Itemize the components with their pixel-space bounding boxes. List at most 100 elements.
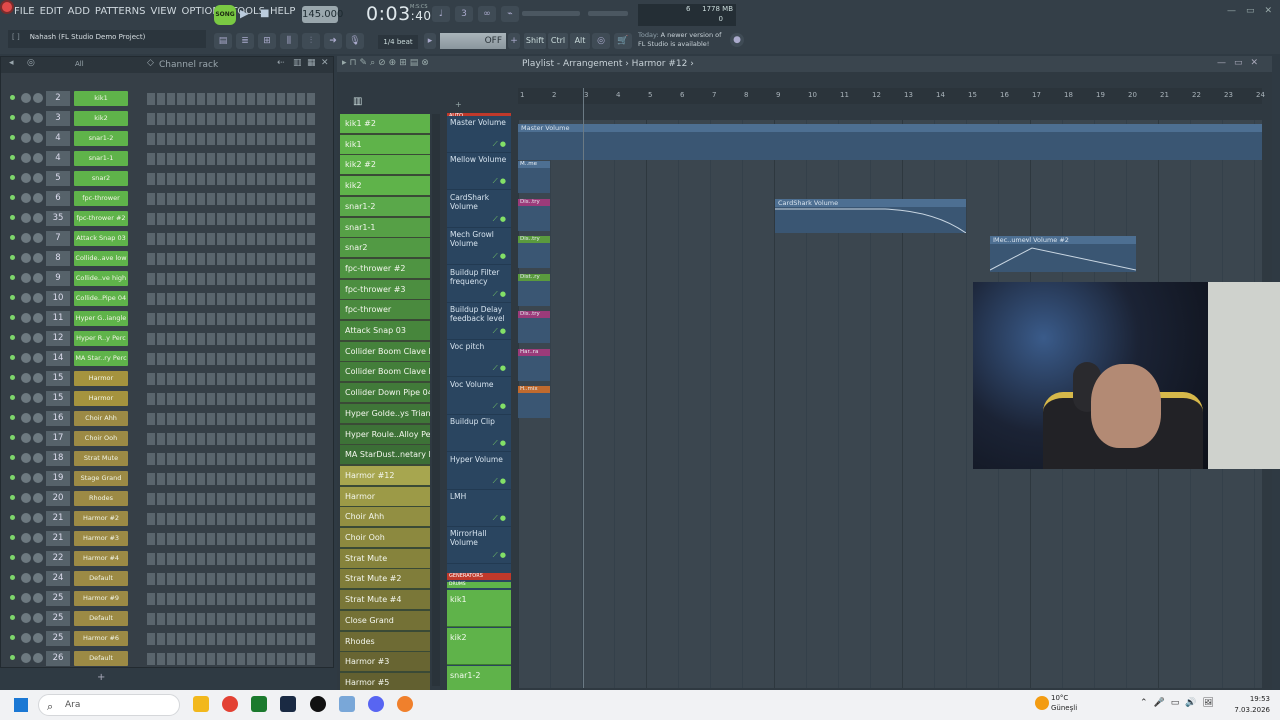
- pattern-item[interactable]: Collider Down Pipe 04: [340, 383, 430, 403]
- channel-row[interactable]: 26 Default: [1, 648, 333, 668]
- pan-knob[interactable]: [21, 373, 31, 383]
- pattern-item[interactable]: fpc-thrower #2: [340, 258, 430, 278]
- channel-name-button[interactable]: Harmor #4: [74, 551, 128, 566]
- group-filter[interactable]: All: [75, 60, 84, 68]
- track-mute-icon[interactable]: ⟋ ●: [493, 439, 506, 448]
- channel-name-button[interactable]: Collide..Pipe 04: [74, 291, 128, 306]
- mixer-track-number[interactable]: 15: [46, 391, 70, 406]
- time-format-label[interactable]: M:S:CS: [410, 4, 428, 10]
- channel-led-icon[interactable]: [10, 415, 15, 420]
- pan-knob[interactable]: [21, 613, 31, 623]
- volume-knob[interactable]: [33, 253, 43, 263]
- step-sequencer[interactable]: [147, 593, 317, 605]
- track-header[interactable]: Buildup Clip ⟋ ●: [447, 415, 511, 453]
- mixer-track-number[interactable]: 3: [46, 111, 70, 126]
- pattern-item[interactable]: Strat Mute #4: [340, 590, 430, 610]
- mixer-track-number[interactable]: 4: [46, 131, 70, 146]
- pattern-item[interactable]: kik2: [340, 176, 430, 196]
- track-mute-icon[interactable]: ⟋ ●: [493, 327, 506, 336]
- volume-knob[interactable]: [33, 313, 43, 323]
- channel-led-icon[interactable]: [10, 395, 15, 400]
- volume-knob[interactable]: [33, 373, 43, 383]
- step-sequencer[interactable]: [147, 373, 317, 385]
- track-header[interactable]: MirrorHall Volume ⟋ ●: [447, 527, 511, 565]
- pattern-item[interactable]: kik1: [340, 134, 430, 154]
- fl-studio-icon[interactable]: [397, 696, 413, 712]
- pattern-item[interactable]: kik2 #2: [340, 155, 430, 175]
- file-explorer-icon[interactable]: [193, 696, 209, 712]
- step-sequencer[interactable]: [147, 293, 317, 305]
- pattern-item[interactable]: Harmor #3: [340, 652, 430, 672]
- plugin-picker-icon[interactable]: ➜: [324, 33, 342, 49]
- channel-led-icon[interactable]: [10, 535, 15, 540]
- volume-knob[interactable]: [33, 473, 43, 483]
- mech-growl-clip[interactable]: Mech Growl Volume #2 Mec..ume: [990, 236, 1136, 272]
- pattern-picker-icon[interactable]: ▥: [353, 96, 362, 107]
- step-sequencer[interactable]: [147, 313, 317, 325]
- channel-row[interactable]: 6 fpc-thrower: [1, 188, 333, 208]
- mixer-track-number[interactable]: 18: [46, 451, 70, 466]
- channel-led-icon[interactable]: [10, 95, 15, 100]
- mixer-track-number[interactable]: 7: [46, 231, 70, 246]
- cardshark-volume-clip[interactable]: CardShark Volume: [775, 199, 966, 233]
- step-sequencer[interactable]: [147, 353, 317, 365]
- channel-name-button[interactable]: snar2: [74, 171, 128, 186]
- channel-row[interactable]: 3 kik2: [1, 108, 333, 128]
- channel-name-button[interactable]: Hyper R..y Perc: [74, 331, 128, 346]
- channel-name-button[interactable]: Harmor: [74, 371, 128, 386]
- volume-knob[interactable]: [33, 353, 43, 363]
- step-sequencer[interactable]: [147, 473, 317, 485]
- channel-led-icon[interactable]: [10, 135, 15, 140]
- xbox-icon[interactable]: [251, 696, 267, 712]
- channel-rack-icon[interactable]: ⊞: [258, 33, 276, 49]
- channel-row[interactable]: 15 Harmor: [1, 388, 333, 408]
- pattern-item[interactable]: fpc-thrower: [340, 300, 430, 320]
- pattern-item[interactable]: Collider Boom Clave low: [340, 341, 430, 361]
- mixer-icon[interactable]: ⫼: [280, 33, 298, 49]
- pan-knob[interactable]: [21, 473, 31, 483]
- step-sequencer[interactable]: [147, 213, 317, 225]
- track-header[interactable]: Buildup Delay feedback level ⟋ ●: [447, 303, 511, 340]
- mixer-track-number[interactable]: 6: [46, 191, 70, 206]
- track-mute-icon[interactable]: ⟋ ●: [493, 364, 506, 373]
- pan-knob[interactable]: [21, 233, 31, 243]
- volume-knob[interactable]: [33, 633, 43, 643]
- pan-knob[interactable]: [21, 333, 31, 343]
- playlist-tools[interactable]: ▸⊓✎⌕⊘⊕⊞▤⊗: [342, 58, 432, 68]
- mixer-track-number[interactable]: 24: [46, 571, 70, 586]
- volume-knob[interactable]: [33, 273, 43, 283]
- pattern-item[interactable]: Harmor: [340, 486, 430, 506]
- channel-row[interactable]: 4 snar1-1: [1, 148, 333, 168]
- step-sequencer[interactable]: [147, 653, 317, 665]
- channel-name-button[interactable]: Harmor #6: [74, 631, 128, 646]
- pan-knob[interactable]: [21, 493, 31, 503]
- chevron-right-icon[interactable]: ▸: [424, 33, 436, 49]
- mixer-track-number[interactable]: 5: [46, 171, 70, 186]
- volume-knob[interactable]: [33, 173, 43, 183]
- step-sequencer[interactable]: [147, 613, 317, 625]
- pattern-item[interactable]: snar2: [340, 238, 430, 258]
- volume-knob[interactable]: [33, 653, 43, 663]
- channel-row[interactable]: 14 MA Star..ry Perc: [1, 348, 333, 368]
- step-sequencer[interactable]: [147, 173, 317, 185]
- volume-knob[interactable]: [33, 233, 43, 243]
- channel-led-icon[interactable]: [10, 655, 15, 660]
- mixer-track-number[interactable]: 16: [46, 411, 70, 426]
- mixer-track-number[interactable]: 25: [46, 591, 70, 606]
- channel-name-button[interactable]: Collide..ave low: [74, 251, 128, 266]
- volume-knob[interactable]: [33, 193, 43, 203]
- step-sequencer[interactable]: [147, 413, 317, 425]
- channel-led-icon[interactable]: [10, 635, 15, 640]
- channel-led-icon[interactable]: [10, 275, 15, 280]
- countdown-icon[interactable]: 3: [455, 6, 473, 22]
- pan-knob[interactable]: [21, 593, 31, 603]
- menu-edit[interactable]: EDIT: [40, 6, 63, 17]
- track-header[interactable]: Buildup Filter frequency ⟋ ●: [447, 266, 511, 303]
- pattern-item[interactable]: fpc-thrower #3: [340, 279, 430, 299]
- song-mode-toggle[interactable]: SONG: [214, 5, 236, 25]
- pan-knob[interactable]: [21, 453, 31, 463]
- channel-row[interactable]: 15 Harmor: [1, 368, 333, 388]
- menu-add[interactable]: ADD: [68, 6, 90, 17]
- generator-track-header[interactable]: kik1: [447, 590, 511, 627]
- piano-roll-icon[interactable]: ≣: [236, 33, 254, 49]
